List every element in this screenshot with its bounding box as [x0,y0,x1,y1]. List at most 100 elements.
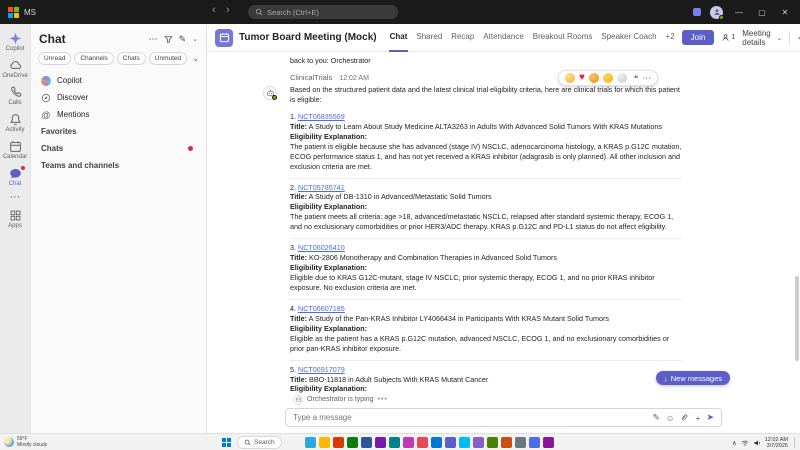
taskbar-app-icon[interactable] [529,437,540,448]
user-avatar[interactable] [710,5,724,20]
rail-item-calendar[interactable]: Calendar [0,140,30,160]
tab-more[interactable]: +2 [665,24,676,52]
format-icon[interactable]: ✎ [653,412,660,423]
message-composer[interactable]: ✎ ☺ + ➤ [285,408,722,427]
chevron-down-icon[interactable]: ⌄ [192,54,199,63]
taskbar-app-icon[interactable] [333,437,344,448]
nct-link[interactable]: NCT05785741 [298,183,345,192]
attendees-button[interactable]: 1 [721,33,735,42]
taskbar-app-icon[interactable] [347,437,358,448]
message-input[interactable] [293,413,647,422]
show-desktop-button[interactable] [794,437,796,448]
rail-item-onedrive[interactable]: OneDrive [0,59,30,79]
taskbar-app-icon[interactable] [319,437,330,448]
send-icon[interactable]: ➤ [706,412,714,423]
taskbar-app-icon[interactable] [403,437,414,448]
list-item-mentions[interactable]: @ Mentions [31,106,206,123]
section-favorites[interactable]: Favorites [31,123,206,140]
nct-link[interactable]: NCT06835569 [298,112,345,121]
chevron-up-icon[interactable]: ∧ [732,439,737,447]
chevron-down-icon[interactable]: ⌄ [192,35,198,43]
rail-item-calls[interactable]: Calls [0,86,30,106]
taskbar-app-icon[interactable] [487,437,498,448]
meeting-details-button[interactable]: Meeting details ⌄ [742,29,782,47]
eligibility-label: Eligibility Explanation: [290,323,368,333]
nct-link[interactable]: NCT06026410 [298,243,345,252]
search-input[interactable] [267,7,391,17]
reaction-heart-icon[interactable]: ♥ [579,73,585,83]
rail-more-button[interactable]: ⋯ [0,193,30,203]
taskbar-clock[interactable]: 12:02 AM 3/7/2025 [765,437,788,449]
taskbar-app-icon[interactable] [473,437,484,448]
start-button[interactable] [222,438,231,447]
taskbar-app-icon[interactable] [501,437,512,448]
taskbar-app-icon[interactable] [445,437,456,448]
filter-unmuted[interactable]: Unmuted [148,52,188,65]
section-chats[interactable]: Chats [31,140,206,157]
tab-breakout-rooms[interactable]: Breakout Rooms [532,24,594,52]
apps-icon [10,210,20,221]
taskbar-app-icon[interactable] [459,437,470,448]
reaction-laugh-icon[interactable] [588,73,599,83]
filter-unread[interactable]: Unread [38,52,72,65]
rail-item-copilot[interactable]: Copilot [0,32,30,52]
close-button[interactable]: ✕ [778,8,792,17]
filter-icon[interactable] [163,35,173,44]
minimize-button[interactable]: — [732,8,746,17]
scrollbar[interactable] [794,56,799,389]
new-messages-button[interactable]: ↓ New messages [656,371,731,385]
wifi-icon[interactable] [741,439,749,447]
taskbar-app-icon[interactable] [417,437,428,448]
quote-icon[interactable]: ❝ [634,74,638,83]
rail-item-chat[interactable]: Chat [0,165,30,187]
tab-shared[interactable]: Shared [415,24,443,52]
attach-icon[interactable] [680,413,689,422]
rail-item-label: Calendar [2,154,28,160]
nct-link[interactable]: NCT06917079 [298,365,345,374]
tab-recap[interactable]: Recap [450,24,475,52]
emoji-icon[interactable]: ☺ [666,413,675,423]
reaction-surprised-icon[interactable] [602,73,613,83]
onedrive-icon [9,61,21,69]
taskbar-app-icon[interactable] [305,437,316,448]
taskbar-app-icon[interactable] [375,437,386,448]
more-options-icon[interactable]: ⋯ [149,34,158,45]
section-label: Chats [41,144,64,153]
taskbar-app-icon[interactable] [431,437,442,448]
trial-explanation: Eligible due to KRAS G12C-mutant, stage … [290,273,655,292]
nct-link[interactable]: NCT06607185 [298,304,345,313]
new-chat-icon[interactable]: ✎ [179,34,187,45]
reaction-sad-icon[interactable] [616,73,627,83]
taskbar-app-icon[interactable] [515,437,526,448]
taskbar-app-icon[interactable] [543,437,554,448]
taskbar-app-icon[interactable] [361,437,372,448]
rail-item-label: Calls [8,100,22,106]
join-button[interactable]: Join [681,30,715,45]
section-teams-and-channels[interactable]: Teams and channels [31,157,206,174]
tab-attendance[interactable]: Attendance [482,24,524,52]
sender-name[interactable]: ClinicalTrials [290,73,332,82]
rail-item-activity[interactable]: Activity [0,113,30,133]
weather-widget[interactable]: 59°F Mostly cloudy [4,436,47,448]
forward-icon[interactable]: › [226,4,230,16]
titlebar-extra-icon[interactable] [693,8,701,16]
filter-chats[interactable]: Chats [116,52,146,65]
reaction-like-icon[interactable] [565,73,575,83]
maximize-button[interactable]: ▢ [755,8,769,17]
taskbar-app-icon[interactable] [389,437,400,448]
sender-avatar[interactable] [263,86,277,100]
tab-chat[interactable]: Chat [388,24,409,52]
global-search[interactable] [248,5,398,19]
rail-item-apps[interactable]: Apps [0,209,30,229]
list-item-copilot[interactable]: Copilot [31,72,206,89]
back-icon[interactable]: ‹ [212,4,216,16]
list-item-discover[interactable]: Discover [31,89,206,106]
title-label: Title: [290,192,308,202]
taskbar-search[interactable]: Search [237,436,282,449]
volume-icon[interactable] [753,439,761,447]
more-options-icon[interactable]: ⋯ [642,73,651,84]
scrollbar-thumb[interactable] [795,276,799,361]
filter-channels[interactable]: Channels [74,52,114,65]
tab-speaker-coach[interactable]: Speaker Coach [600,24,657,52]
plus-icon[interactable]: + [695,413,700,423]
